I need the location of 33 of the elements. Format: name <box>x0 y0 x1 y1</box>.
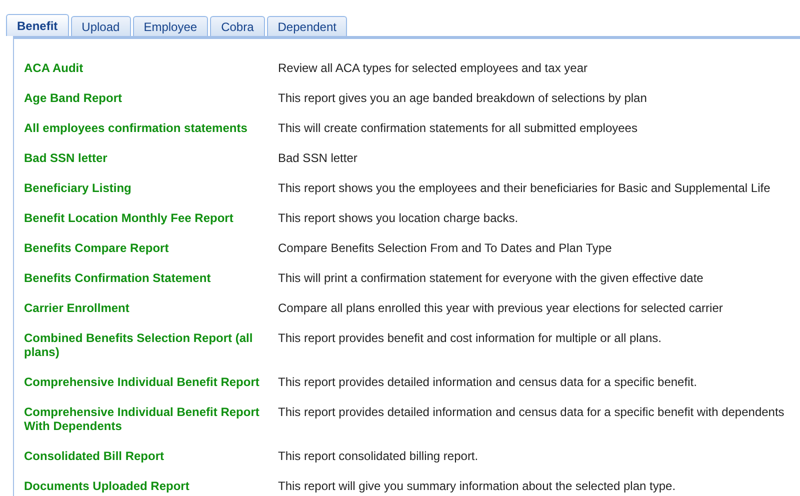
report-description: This report provides benefit and cost information for multiple or all plans. <box>278 330 663 347</box>
report-link[interactable]: ACA Audit <box>24 61 274 75</box>
report-description: This report gives you an age banded breakdown of selections by plan <box>278 90 648 107</box>
report-link[interactable]: Benefits Confirmation Statement <box>24 271 274 285</box>
report-description: Compare Benefits Selection From and To Dates and Plan Type <box>278 240 613 257</box>
report-link[interactable]: Documents Uploaded Report <box>24 479 274 493</box>
report-description: Compare all plans enrolled this year with previous year elections for selected carrier <box>278 300 724 317</box>
report-link[interactable]: Combined Benefits Selection Report (all plans) <box>24 331 274 359</box>
report-link[interactable]: Carrier Enrollment <box>24 301 274 315</box>
report-description: This report provides detailed information and census data for a specific benefit. <box>278 374 698 391</box>
report-link[interactable]: Benefits Compare Report <box>24 241 274 255</box>
report-description: Review all ACA types for selected employees and tax year <box>278 60 588 77</box>
report-link[interactable]: Bad SSN letter <box>24 151 274 165</box>
report-description: This report provides detailed information and census data for a specific benefit with dependents <box>278 404 784 421</box>
tab[interactable]: Dependent <box>266 16 348 36</box>
report-description: This report shows you location charge backs. <box>278 210 520 227</box>
report-link[interactable]: All employees confirmation statements <box>24 121 274 135</box>
report-link[interactable]: Benefit Location Monthly Fee Report <box>24 211 274 225</box>
report-link[interactable]: Beneficiary Listing <box>24 181 274 195</box>
tab[interactable]: Cobra <box>210 16 265 36</box>
tab[interactable]: Upload <box>70 16 131 36</box>
report-description: This will print a confirmation statement for everyone with the given effective date <box>278 270 704 287</box>
report-description: This will create confirmation statements for all submitted employees <box>278 120 638 137</box>
tab[interactable]: Employee <box>132 16 208 36</box>
report-link[interactable]: Comprehensive Individual Benefit Report With Dependents <box>24 405 274 433</box>
report-link[interactable]: Consolidated Bill Report <box>24 449 274 463</box>
report-link[interactable]: Age Band Report <box>24 91 274 105</box>
report-description: This report shows you the employees and their beneficiaries for Basic and Supplemental Life <box>278 180 772 197</box>
report-description: This report consolidated billing report. <box>278 448 480 465</box>
tab[interactable]: Benefit <box>6 14 69 36</box>
report-description: Bad SSN letter <box>278 150 358 167</box>
report-description: This report will give you summary information about the selected plan type. <box>278 478 677 495</box>
report-link[interactable]: Comprehensive Individual Benefit Report <box>24 375 274 389</box>
